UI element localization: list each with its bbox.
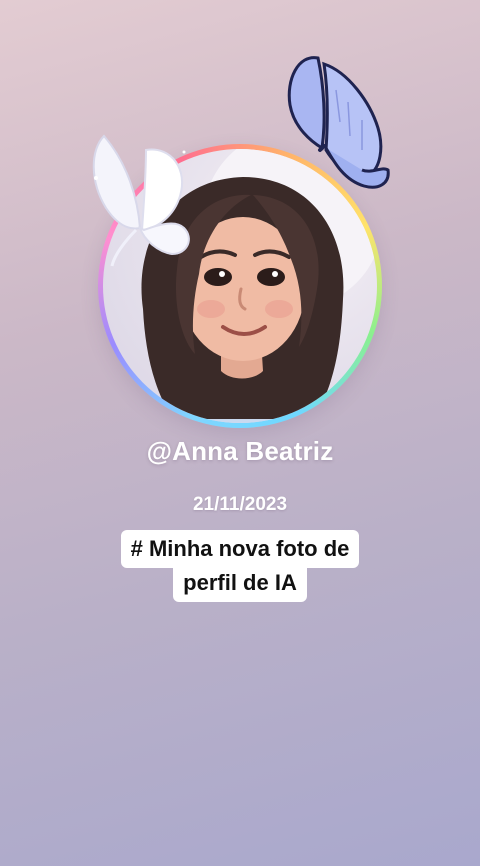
- post-date: 21/11/2023: [192, 494, 288, 515]
- story-screen: @Anna Beatriz 21/11/2023 # Minha nova fo…: [0, 0, 480, 866]
- username: @Anna Beatriz: [146, 436, 334, 466]
- caption-line: # Minha nova foto de: [120, 530, 360, 568]
- butterfly-icon: [278, 50, 396, 192]
- butterfly-icon: [84, 130, 202, 270]
- caption-line: perfil de IA: [173, 564, 307, 602]
- caption: # Minha nova foto de perfil de IA: [0, 530, 480, 602]
